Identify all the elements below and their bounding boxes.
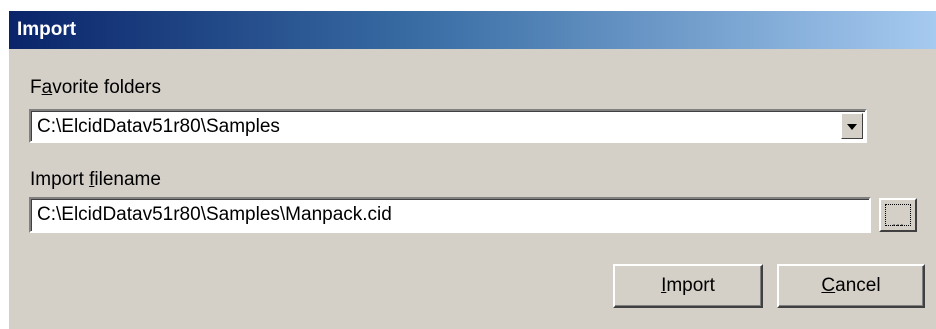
import-filename-label: Import filename [30, 169, 161, 191]
import-filename-label-rest: ilename [94, 169, 161, 190]
import-filename-input[interactable]: C:\ElcidDatav51r80\Samples\Manpack.cid [29, 197, 871, 233]
import-filename-label-prefix: Import [30, 169, 90, 190]
import-button-label: mport [666, 275, 715, 296]
ellipsis-icon: ... [892, 213, 904, 229]
favorite-folders-select[interactable]: C:\ElcidDatav51r80\Samples [29, 109, 867, 143]
dialog-titlebar[interactable]: Import [9, 11, 936, 49]
import-filename-value: C:\ElcidDatav51r80\Samples\Manpack.cid [37, 204, 392, 225]
cancel-button-accel: C [821, 275, 836, 296]
cancel-button-label: ancel [835, 275, 881, 296]
chevron-down-icon [847, 124, 857, 130]
cancel-button[interactable]: Cancel [777, 264, 925, 308]
favorite-folders-value: C:\ElcidDatav51r80\Samples [37, 116, 280, 137]
favorite-folders-label-accel: a [41, 77, 53, 98]
dialog-title: Import [17, 19, 77, 40]
screenshot-frame: Import Favorite folders C:\ElcidDatav51r… [0, 0, 936, 329]
favorite-folders-label-rest: vorite folders [52, 77, 161, 98]
browse-button[interactable]: ... [879, 198, 917, 232]
favorite-folders-dropdown-button[interactable] [841, 113, 863, 139]
favorite-folders-label: Favorite folders [30, 77, 161, 99]
import-button[interactable]: Import [613, 264, 763, 308]
favorite-folders-label-prefix: F [30, 77, 42, 98]
import-dialog: Import Favorite folders C:\ElcidDatav51r… [8, 10, 936, 329]
